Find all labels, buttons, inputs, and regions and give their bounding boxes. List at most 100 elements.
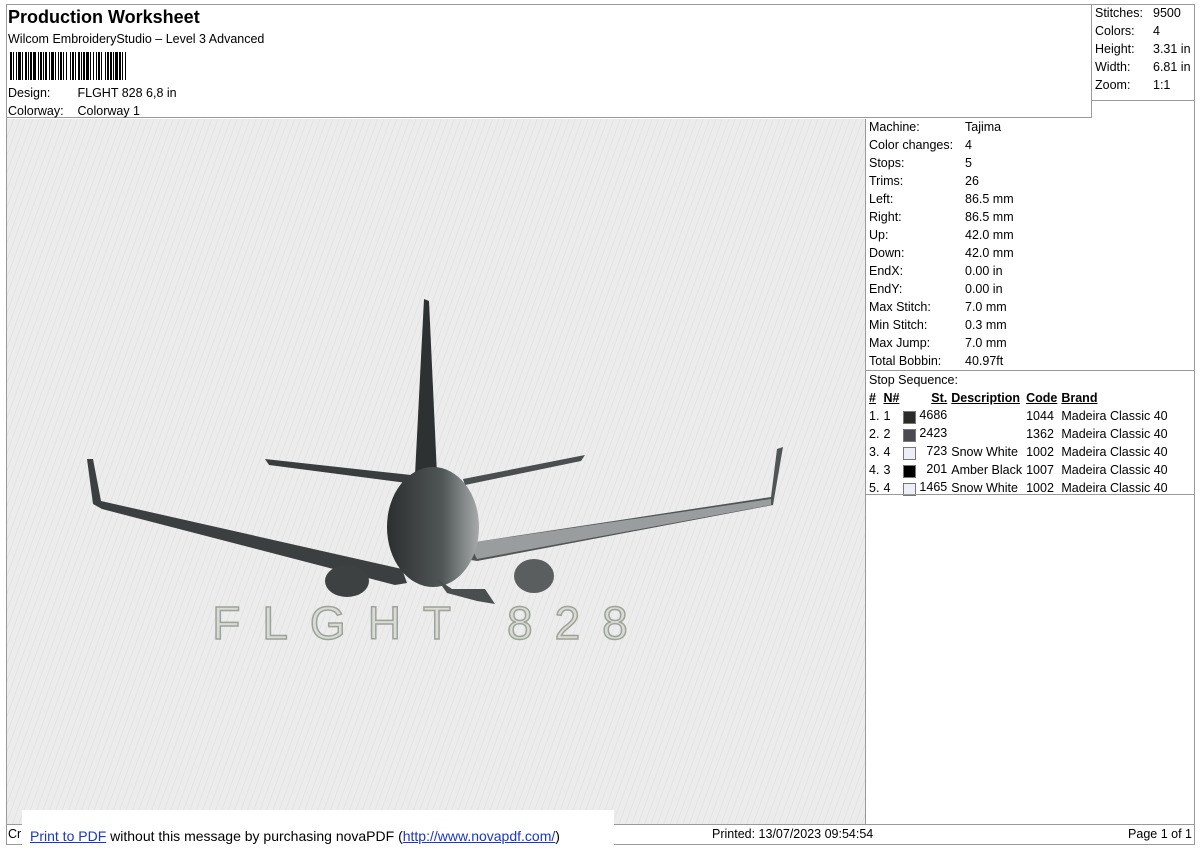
machine-info-label: Total Bobbin: — [869, 354, 942, 368]
design-preview: FLGHT 828 — [7, 119, 866, 824]
summary-value: 4 — [1153, 24, 1160, 38]
airplane-embroidery: FLGHT 828 — [7, 119, 865, 824]
stop-brand: Madeira Classic 40 — [1061, 481, 1168, 495]
machine-info-label: Max Stitch: — [869, 300, 931, 314]
machine-info-row: Stops: 5 — [866, 154, 1195, 172]
machine-info-label: EndY: — [869, 282, 903, 296]
summary-label: Stitches: — [1095, 6, 1143, 20]
machine-info-label: Trims: — [869, 174, 904, 188]
summary-value: 3.31 in — [1153, 42, 1191, 56]
summary-row: Zoom: 1:1 — [1093, 76, 1195, 94]
machine-info-row: Left: 86.5 mm — [866, 190, 1195, 208]
machine-info-value: 42.0 mm — [965, 246, 1014, 260]
stop-stitches: 1465 — [919, 480, 948, 494]
stop-num: 4. — [869, 463, 880, 477]
summary-value: 9500 — [1153, 6, 1181, 20]
stop-description: Snow White — [951, 481, 1018, 495]
machine-info-row: Right: 86.5 mm — [866, 208, 1195, 226]
machine-info-label: Left: — [869, 192, 894, 206]
stop-sequence-table: # N# St. Description Code Brand 1. 1 4686 1… — [867, 389, 1170, 497]
machine-info-label: Min Stitch: — [869, 318, 928, 332]
machine-info-value: Tajima — [965, 120, 1002, 134]
machine-info-row: Color changes: 4 — [866, 136, 1195, 154]
table-row: 4. 3 201 Amber Black 1007 Madeira Classic 40 — [867, 461, 1170, 479]
design-row: Design: FLGHT 828 6,8 in — [8, 86, 177, 100]
machine-info-row: Trims: 26 — [866, 172, 1195, 190]
table-row: 1. 1 4686 1044 Madeira Classic 40 — [867, 407, 1170, 425]
machine-info-row: Total Bobbin: 40.97ft — [866, 352, 1195, 370]
machine-info-value: 5 — [965, 156, 972, 170]
colorway-label: Colorway: — [8, 104, 64, 118]
table-header-row: # N# St. Description Code Brand — [867, 389, 1170, 407]
stop-code: 1002 — [1026, 481, 1054, 495]
stop-stitches: 4686 — [919, 408, 948, 422]
design-label: Design: — [8, 86, 51, 100]
page-number: Page 1 of 1 — [1128, 827, 1192, 841]
stop-num: 1. — [869, 409, 880, 423]
stop-num: 5. — [869, 481, 880, 495]
summary-row: Stitches: 9500 — [1093, 4, 1195, 22]
fuselage — [387, 467, 479, 587]
summary-label: Colors: — [1095, 24, 1135, 38]
col-code: Code — [1026, 391, 1058, 405]
machine-info-value: 86.5 mm — [965, 192, 1014, 206]
machine-info-label: Stops: — [869, 156, 905, 170]
machine-info-value: 7.0 mm — [965, 300, 1007, 314]
barcode-bar — [126, 52, 127, 80]
stop-code: 1002 — [1026, 445, 1054, 459]
color-swatch — [903, 447, 917, 460]
machine-info-label: EndX: — [869, 264, 904, 278]
machine-info-panel: Machine: Tajima Color changes: 4 Stops: 5 Trim… — [866, 118, 1195, 497]
summary-value: 6.81 in — [1153, 60, 1191, 74]
stop-n: 4 — [883, 445, 891, 459]
machine-info-value: 0.00 in — [965, 264, 1003, 278]
print-to-pdf-link[interactable]: Print to PDF — [30, 828, 106, 844]
page-title: Production Worksheet — [8, 7, 200, 27]
stop-num: 2. — [869, 427, 880, 441]
summary-divider — [1092, 100, 1195, 101]
printed-timestamp: Printed: 13/07/2023 09:54:54 — [712, 827, 874, 841]
stop-n: 1 — [883, 409, 891, 423]
software-subtitle: Wilcom EmbroideryStudio – Level 3 Advanc… — [8, 32, 265, 46]
novapdf-banner: Print to PDF without this message by pur… — [22, 810, 614, 845]
machine-info-row: Max Stitch: 7.0 mm — [866, 298, 1195, 316]
novapdf-url-link[interactable]: http://www.novapdf.com/ — [403, 828, 556, 844]
stop-stitches: 201 — [926, 462, 948, 476]
machine-info-row: Up: 42.0 mm — [866, 226, 1195, 244]
col-brand: Brand — [1061, 391, 1098, 405]
machine-info-value: 4 — [965, 138, 972, 152]
stop-description: Snow White — [951, 445, 1018, 459]
machine-info-row: Min Stitch: 0.3 mm — [866, 316, 1195, 334]
worksheet-header: Production Worksheet Wilcom EmbroiderySt… — [6, 4, 1092, 118]
footer: Cr Print to PDF without this message by … — [6, 810, 1195, 845]
machine-info-label: Color changes: — [869, 138, 954, 152]
stop-code: 1044 — [1026, 409, 1054, 423]
stop-n: 4 — [883, 481, 891, 495]
machine-info-row: EndX: 0.00 in — [866, 262, 1195, 280]
stop-brand: Madeira Classic 40 — [1061, 463, 1168, 477]
machine-info-value: 42.0 mm — [965, 228, 1014, 242]
footer-cr: Cr — [8, 827, 22, 841]
design-text: FLGHT 828 — [212, 597, 649, 649]
machine-info-label: Up: — [869, 228, 889, 242]
machine-info-row: EndY: 0.00 in — [866, 280, 1195, 298]
color-swatch — [903, 411, 917, 424]
stop-code: 1007 — [1026, 463, 1054, 477]
design-value: FLGHT 828 6,8 in — [77, 86, 177, 100]
machine-info-label: Machine: — [869, 120, 920, 134]
left-engine — [325, 565, 369, 597]
col-num: # — [869, 391, 876, 405]
machine-info-value: 26 — [965, 174, 979, 188]
table-row: 3. 4 723 Snow White 1002 Madeira Classic 40 — [867, 443, 1170, 461]
stop-brand: Madeira Classic 40 — [1061, 445, 1168, 459]
summary-label: Zoom: — [1095, 78, 1131, 92]
promo-end: ) — [555, 828, 560, 844]
summary-row: Height: 3.31 in — [1093, 40, 1195, 58]
color-swatch — [903, 429, 917, 442]
machine-info-label: Right: — [869, 210, 902, 224]
stop-sequence-title: Stop Sequence: — [866, 370, 1195, 389]
promo-text: without this message by purchasing novaP… — [106, 828, 403, 844]
stop-code: 1362 — [1026, 427, 1054, 441]
summary-panel: Stitches: 9500 Colors: 4 Height: 3.31 in Wi… — [1093, 4, 1195, 94]
stop-brand: Madeira Classic 40 — [1061, 409, 1168, 423]
